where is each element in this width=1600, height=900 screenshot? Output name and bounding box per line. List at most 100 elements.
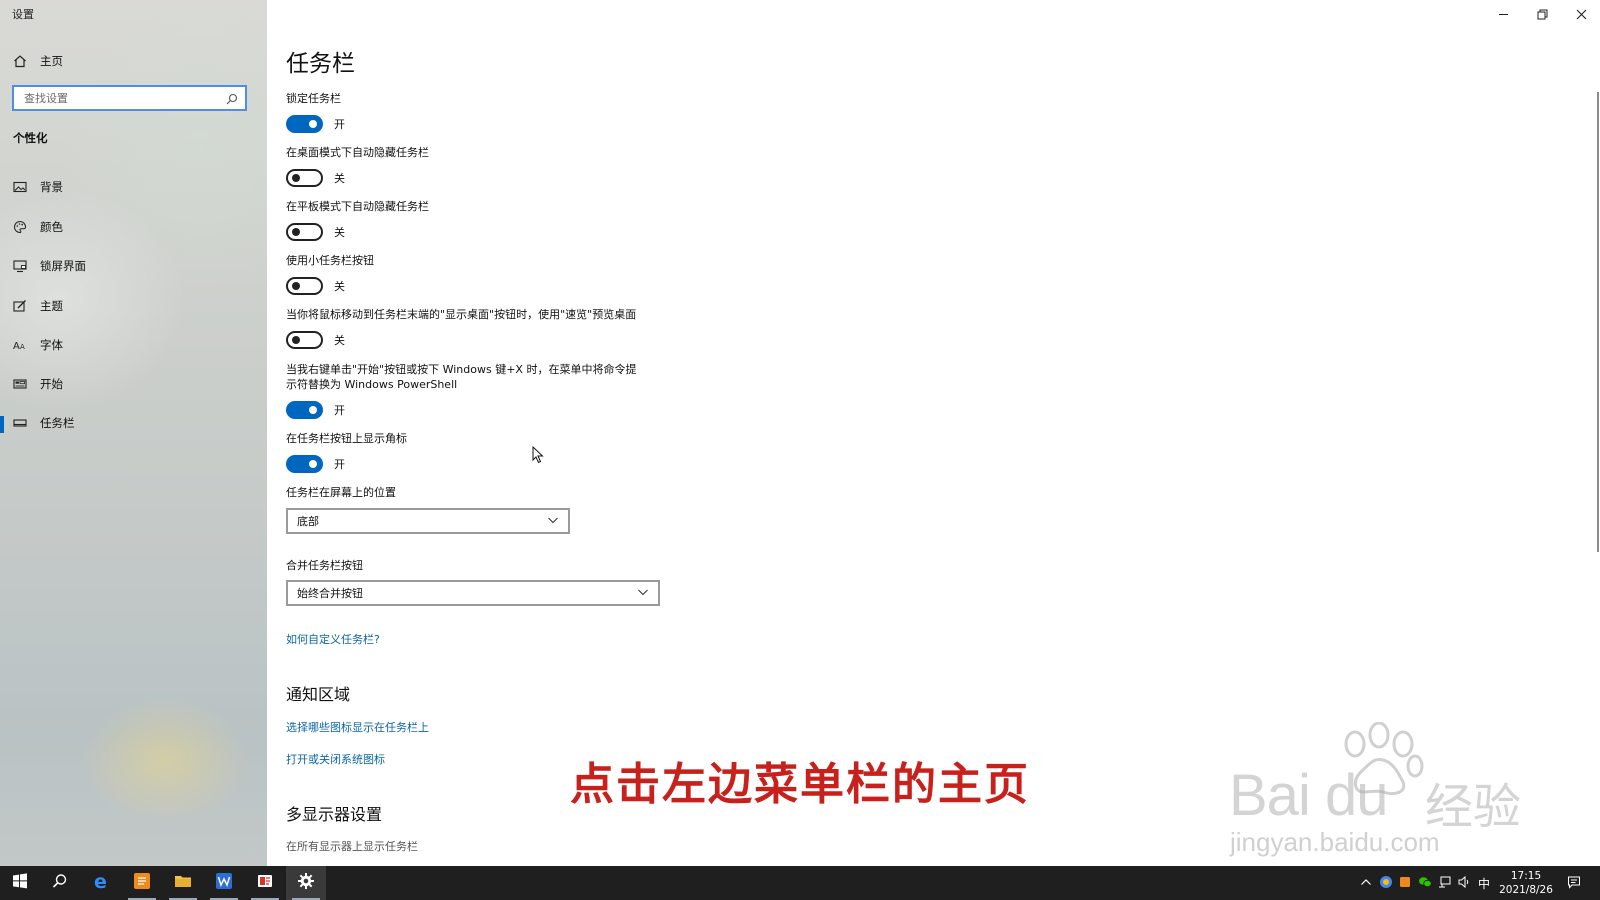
powershell-toggle-row: 开: [286, 400, 345, 420]
toggle-state-label: 关: [334, 226, 345, 239]
palette-icon: [13, 220, 27, 234]
sidebar-item-background[interactable]: 背景: [0, 172, 267, 202]
section-title: 个性化: [13, 131, 48, 145]
badges-toggle-row: 开: [286, 454, 345, 474]
powershell-toggle[interactable]: [286, 401, 323, 419]
file-explorer-icon: [173, 871, 193, 895]
autohide-desktop-toggle-row: 关: [286, 168, 345, 188]
sidebar-item-home[interactable]: 主页: [0, 46, 267, 76]
tutorial-caption: 点击左边菜单栏的主页: [570, 759, 1030, 810]
toggle-state-label: 开: [334, 458, 345, 471]
chevron-up-icon: [1359, 874, 1373, 893]
lock-taskbar-toggle-row: 开: [286, 114, 345, 134]
taskbar-orange-app-button[interactable]: [122, 866, 162, 900]
setting-label-peek: 当你将鼠标移动到任务栏末端的"显示桌面"按钮时，使用"速览"预览桌面: [286, 308, 637, 321]
lock-taskbar-toggle[interactable]: [286, 115, 323, 133]
search-input[interactable]: [22, 90, 225, 106]
sidebar-item-fonts[interactable]: AA 字体: [0, 330, 267, 360]
chevron-down-icon: [637, 586, 649, 601]
tray-wechat[interactable]: [1417, 875, 1433, 891]
small-buttons-toggle-row: 关: [286, 276, 345, 296]
sidebar-item-label: 主题: [40, 299, 63, 313]
sidebar-home-label: 主页: [40, 54, 63, 68]
sidebar-item-taskbar[interactable]: 任务栏: [0, 408, 267, 438]
sidebar-item-lock-screen[interactable]: 锁屏界面: [0, 251, 267, 281]
autohide-tablet-toggle[interactable]: [286, 223, 323, 241]
setting-label-powershell: 当我右键单击"开始"按钮或按下 Windows 键+X 时，在菜单中将命令提 示…: [286, 362, 636, 392]
ime-indicator[interactable]: 中: [1478, 875, 1490, 892]
clock-date: 2021/8/26: [1499, 884, 1553, 896]
setting-label-autohide-desktop: 在桌面模式下自动隐藏任务栏: [286, 146, 429, 159]
setting-label-line: 示符替换为 Windows PowerShell: [286, 378, 458, 391]
autohide-desktop-toggle[interactable]: [286, 169, 323, 187]
font-icon: AA: [13, 338, 27, 352]
home-icon: [13, 54, 27, 68]
badges-toggle[interactable]: [286, 455, 323, 473]
start-button[interactable]: [0, 866, 40, 900]
combine-dropdown[interactable]: 始终合并按钮: [286, 580, 660, 606]
sidebar-item-themes[interactable]: 主题: [0, 291, 267, 321]
svg-text:e: e: [94, 871, 107, 891]
taskbar-red-app-button[interactable]: [245, 866, 285, 900]
customize-help-link[interactable]: 如何自定义任务栏?: [286, 631, 380, 647]
wechat-icon: [1418, 874, 1432, 893]
google-drive-icon: [1379, 874, 1393, 893]
toggle-knob: [292, 282, 300, 290]
sidebar-item-label: 开始: [40, 377, 63, 391]
tray-app-2[interactable]: [1397, 875, 1413, 891]
image-icon: [13, 180, 27, 194]
taskbar-search-button[interactable]: [40, 866, 80, 900]
tray-network[interactable]: [1437, 875, 1453, 891]
tray-volume[interactable]: [1456, 875, 1472, 891]
taskbar-file-explorer-button[interactable]: [163, 866, 203, 900]
scrollbar[interactable]: [1597, 92, 1599, 552]
clock-time: 17:15: [1510, 870, 1542, 882]
tray-app-1[interactable]: [1378, 875, 1394, 891]
network-icon: [1438, 874, 1452, 893]
volume-icon: [1457, 874, 1471, 893]
toggle-knob: [292, 174, 300, 182]
chevron-down-icon: [547, 514, 559, 529]
taskbar-settings-button[interactable]: [286, 866, 326, 900]
toggle-knob: [292, 336, 300, 344]
settings-gear-icon: [296, 871, 316, 895]
sidebar-item-label: 背景: [40, 180, 63, 194]
search-icon: [50, 871, 70, 895]
search-icon[interactable]: [225, 91, 239, 105]
taskbar-wps-writer-button[interactable]: [204, 866, 244, 900]
sidebar-item-colors[interactable]: 颜色: [0, 212, 267, 242]
search-box[interactable]: [12, 85, 247, 111]
app-title: 设置: [12, 8, 34, 21]
peek-toggle[interactable]: [286, 331, 323, 349]
theme-icon: [13, 299, 27, 313]
position-dropdown[interactable]: 底部: [286, 508, 570, 534]
taskbar: e 中 17:15 2021/8/26: [0, 866, 1600, 900]
windows-start-icon: [10, 871, 30, 895]
start-icon: [13, 377, 27, 391]
close-button[interactable]: [1566, 4, 1596, 24]
multi-display-heading: 多显示器设置: [286, 805, 383, 824]
sidebar-item-label: 字体: [40, 338, 63, 352]
sidebar-item-start[interactable]: 开始: [0, 369, 267, 399]
small-buttons-toggle[interactable]: [286, 277, 323, 295]
setting-label-badges: 在任务栏按钮上显示角标: [286, 432, 407, 445]
autohide-tablet-toggle-row: 关: [286, 222, 345, 242]
toggle-state-label: 关: [334, 280, 345, 293]
multi-display-label: 在所有显示器上显示任务栏: [286, 840, 418, 853]
toggle-knob: [309, 406, 317, 414]
position-dropdown-value: 底部: [297, 515, 319, 528]
select-tray-icons-link[interactable]: 选择哪些图标显示在任务栏上: [286, 719, 429, 735]
show-hidden-icons-button[interactable]: [1358, 875, 1374, 891]
combine-dropdown-value: 始终合并按钮: [297, 587, 363, 600]
toggle-knob: [292, 228, 300, 236]
lock-screen-icon: [13, 259, 27, 273]
taskbar-edge-button[interactable]: e: [82, 866, 122, 900]
toggle-state-label: 关: [334, 172, 345, 185]
setting-label-line: 当我右键单击"开始"按钮或按下 Windows 键+X 时，在菜单中将命令提: [286, 363, 637, 376]
setting-label-small-buttons: 使用小任务栏按钮: [286, 254, 374, 267]
taskbar-clock[interactable]: 17:15 2021/8/26: [1497, 869, 1555, 897]
orange-app-icon: [132, 871, 152, 895]
action-center-button[interactable]: [1566, 875, 1582, 891]
system-icons-link[interactable]: 打开或关闭系统图标: [286, 751, 385, 767]
red-app-icon: [255, 871, 275, 895]
